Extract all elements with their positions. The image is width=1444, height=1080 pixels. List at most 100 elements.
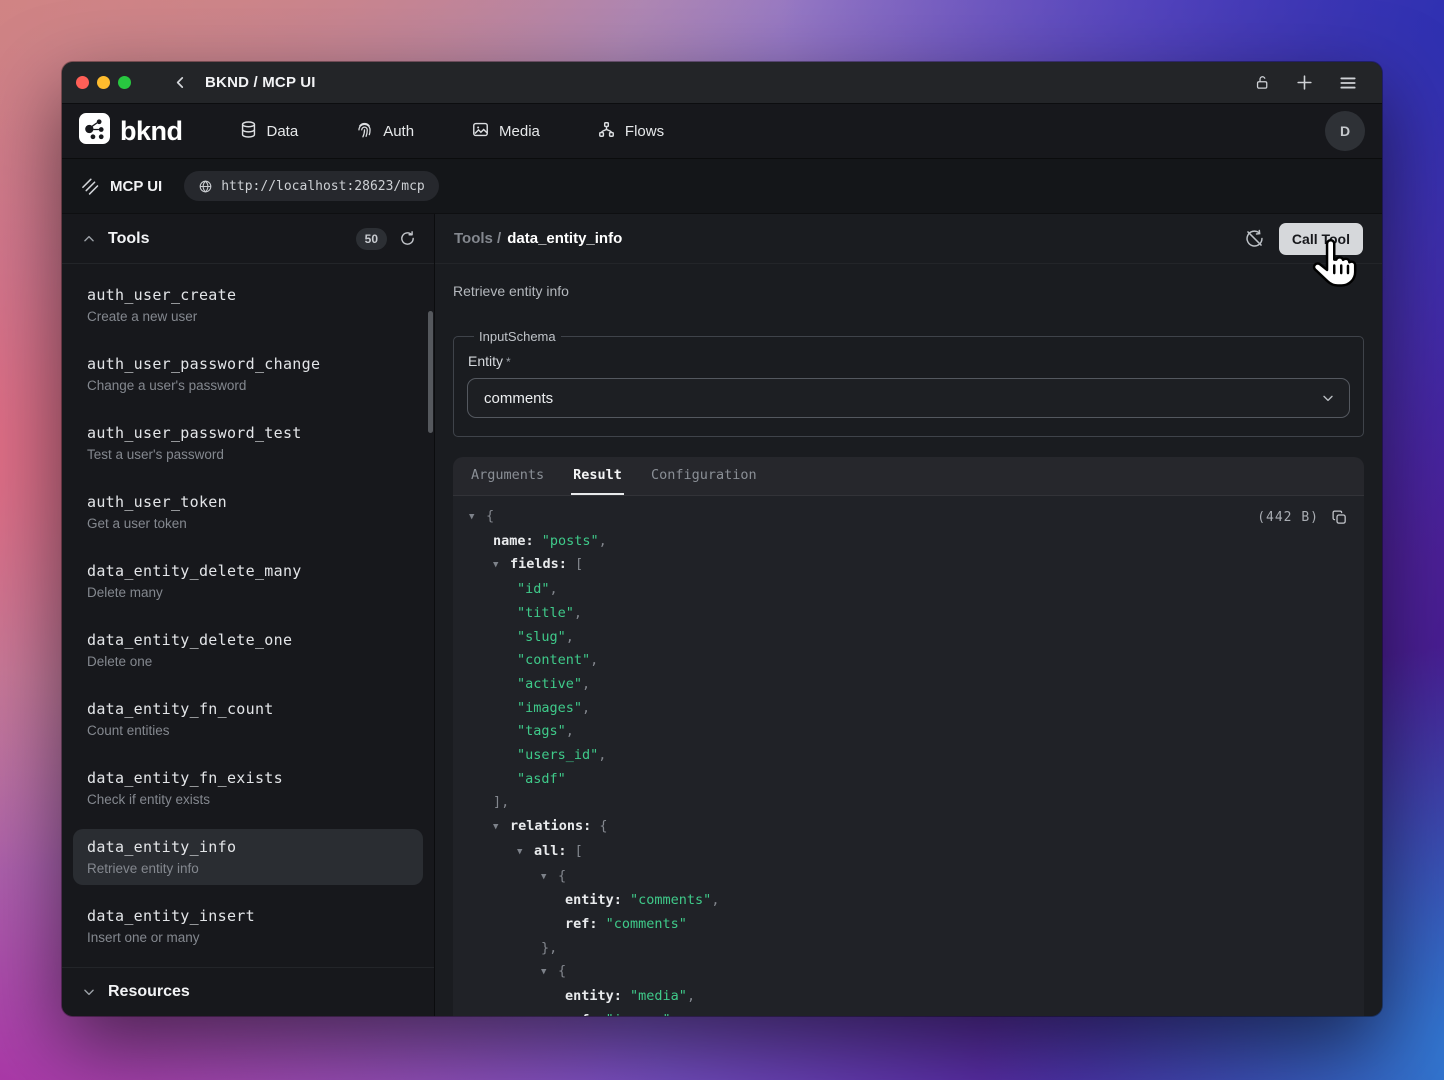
json-line: "content", [453, 649, 1364, 673]
collapse-arrow-icon[interactable]: ▼ [493, 554, 510, 578]
tool-desc: Change a user's password [87, 378, 409, 393]
nav-item-auth[interactable]: Auth [355, 120, 414, 143]
nav-item-data[interactable]: Data [239, 120, 299, 143]
tab-arguments[interactable]: Arguments [469, 457, 546, 495]
history-off-icon[interactable] [1244, 228, 1265, 249]
collapse-arrow-icon[interactable]: ▼ [517, 841, 534, 865]
tool-item[interactable]: auth_user_password_change Change a user's… [73, 346, 423, 402]
nav-label: Flows [625, 123, 664, 140]
required-marker: * [506, 355, 511, 369]
minimize-window-button[interactable] [97, 76, 110, 89]
titlebar: BKND / MCP UI [62, 62, 1382, 103]
zoom-window-button[interactable] [118, 76, 131, 89]
json-line: "asdf" [453, 768, 1364, 792]
window-title: BKND / MCP UI [205, 74, 316, 91]
tool-item[interactable]: data_entity_delete_oneDelete one [73, 622, 423, 678]
tool-desc: Check if entity exists [87, 792, 409, 807]
brand-logo[interactable]: bknd [79, 113, 183, 149]
entity-select[interactable]: comments [467, 378, 1350, 418]
sidebar-scrollbar[interactable] [428, 311, 433, 433]
json-line: "images", [453, 697, 1364, 721]
tool-desc: Insert one or many [87, 930, 409, 945]
page-title: MCP UI [110, 178, 162, 195]
tool-item[interactable]: data_entity_infoRetrieve entity info [73, 829, 423, 885]
json-line: }, [453, 937, 1364, 961]
json-line: ▼all: [ [453, 840, 1364, 865]
tools-section-header[interactable]: Tools 50 [62, 214, 434, 264]
tool-name: auth_user_password_change [87, 355, 409, 373]
tool-desc: Get a user token [87, 516, 409, 531]
tool-desc: Delete many [87, 585, 409, 600]
chevron-down-icon [1320, 390, 1336, 406]
image-icon [471, 120, 490, 143]
payload-size-label: (442 B) [1257, 510, 1319, 525]
new-tab-icon[interactable] [1295, 73, 1314, 92]
call-tool-button[interactable]: Call Tool [1279, 223, 1363, 255]
tool-item[interactable]: data_entity_fn_count Count entities [73, 691, 423, 747]
tool-name: data_entity_fn_exists [87, 769, 409, 787]
tools-sidebar: Tools 50 auth_user_createCreate a new us… [62, 214, 435, 1016]
json-line: "users_id", [453, 744, 1364, 768]
nav-item-media[interactable]: Media [471, 120, 540, 143]
tool-name: data_entity_delete_many [87, 562, 409, 580]
lock-icon[interactable] [1254, 74, 1271, 91]
resources-section-header[interactable]: Resources [62, 967, 434, 1016]
json-line: ref: "comments" [453, 913, 1364, 937]
collapse-arrow-icon[interactable]: ▼ [469, 506, 486, 530]
collapse-arrow-icon[interactable]: ▼ [493, 816, 510, 840]
globe-icon [198, 179, 213, 194]
mcp-icon [80, 176, 100, 196]
tool-desc: Count entities [87, 723, 409, 738]
tool-desc: Create a new user [87, 309, 409, 324]
json-viewer: (442 B) ▼{ name: "posts",▼fields: ["id", "… [453, 496, 1364, 1016]
json-line: ▼fields: [ [453, 553, 1364, 578]
json-line: name: "posts", [453, 530, 1364, 554]
json-line: ▼relations: { [453, 815, 1364, 840]
resources-section-title: Resources [108, 983, 190, 1001]
result-tabs: Arguments Result Configuration [453, 457, 1364, 496]
tool-name: auth_user_password_test [87, 424, 409, 442]
back-icon[interactable] [167, 70, 193, 96]
json-line: ref: "images" [453, 1009, 1364, 1016]
top-navbar: bknd Data Auth Media Flows D [62, 103, 1382, 158]
close-window-button[interactable] [76, 76, 89, 89]
tool-desc: Delete one [87, 654, 409, 669]
tool-name: data_entity_insert [87, 907, 409, 925]
tool-item[interactable]: auth_user_password_test Test a user's pas… [73, 415, 423, 471]
tools-count-badge: 50 [356, 228, 387, 250]
json-line: ▼{ [453, 960, 1364, 985]
tool-item[interactable]: auth_user_createCreate a new user [73, 277, 423, 333]
menu-icon[interactable] [1338, 73, 1358, 93]
json-line: "id", [453, 578, 1364, 602]
server-url-pill[interactable]: http://localhost:28623/mcp [184, 171, 439, 201]
nav-label: Media [499, 123, 540, 140]
json-line: ▼{ [453, 865, 1364, 890]
json-line: entity: "media", [453, 985, 1364, 1009]
tool-description: Retrieve entity info [453, 283, 1364, 299]
database-icon [239, 120, 258, 143]
tab-configuration[interactable]: Configuration [649, 457, 759, 495]
app-window: BKND / MCP UI bknd Data [62, 62, 1382, 1016]
entity-select-value: comments [484, 390, 553, 407]
tool-name: data_entity_fn_count [87, 700, 409, 718]
tool-detail-header: Tools / data_entity_info Call Tool [435, 214, 1382, 264]
copy-icon[interactable] [1331, 509, 1348, 526]
tool-item[interactable]: data_entity_fn_exists Check if entity exi… [73, 760, 423, 816]
input-schema-fieldset: InputSchema Entity* comments [453, 329, 1364, 437]
tab-result[interactable]: Result [571, 457, 624, 495]
nav-item-flows[interactable]: Flows [597, 120, 664, 143]
collapse-arrow-icon[interactable]: ▼ [541, 866, 558, 890]
json-line: entity: "comments", [453, 889, 1364, 913]
breadcrumb-section[interactable]: Tools / [454, 230, 501, 247]
collapse-arrow-icon[interactable]: ▼ [541, 961, 558, 985]
workflow-icon [597, 120, 616, 143]
tool-item[interactable]: data_entity_delete_many Delete many [73, 553, 423, 609]
tool-desc: Test a user's password [87, 447, 409, 462]
server-url: http://localhost:28623/mcp [221, 179, 425, 194]
tool-item[interactable]: data_entity_insert Insert one or many [73, 898, 423, 954]
refresh-icon[interactable] [399, 230, 416, 247]
user-avatar[interactable]: D [1325, 111, 1365, 151]
bknd-logo-icon [79, 113, 110, 149]
tool-item[interactable]: auth_user_tokenGet a user token [73, 484, 423, 540]
tool-name: data_entity_info [87, 838, 409, 856]
